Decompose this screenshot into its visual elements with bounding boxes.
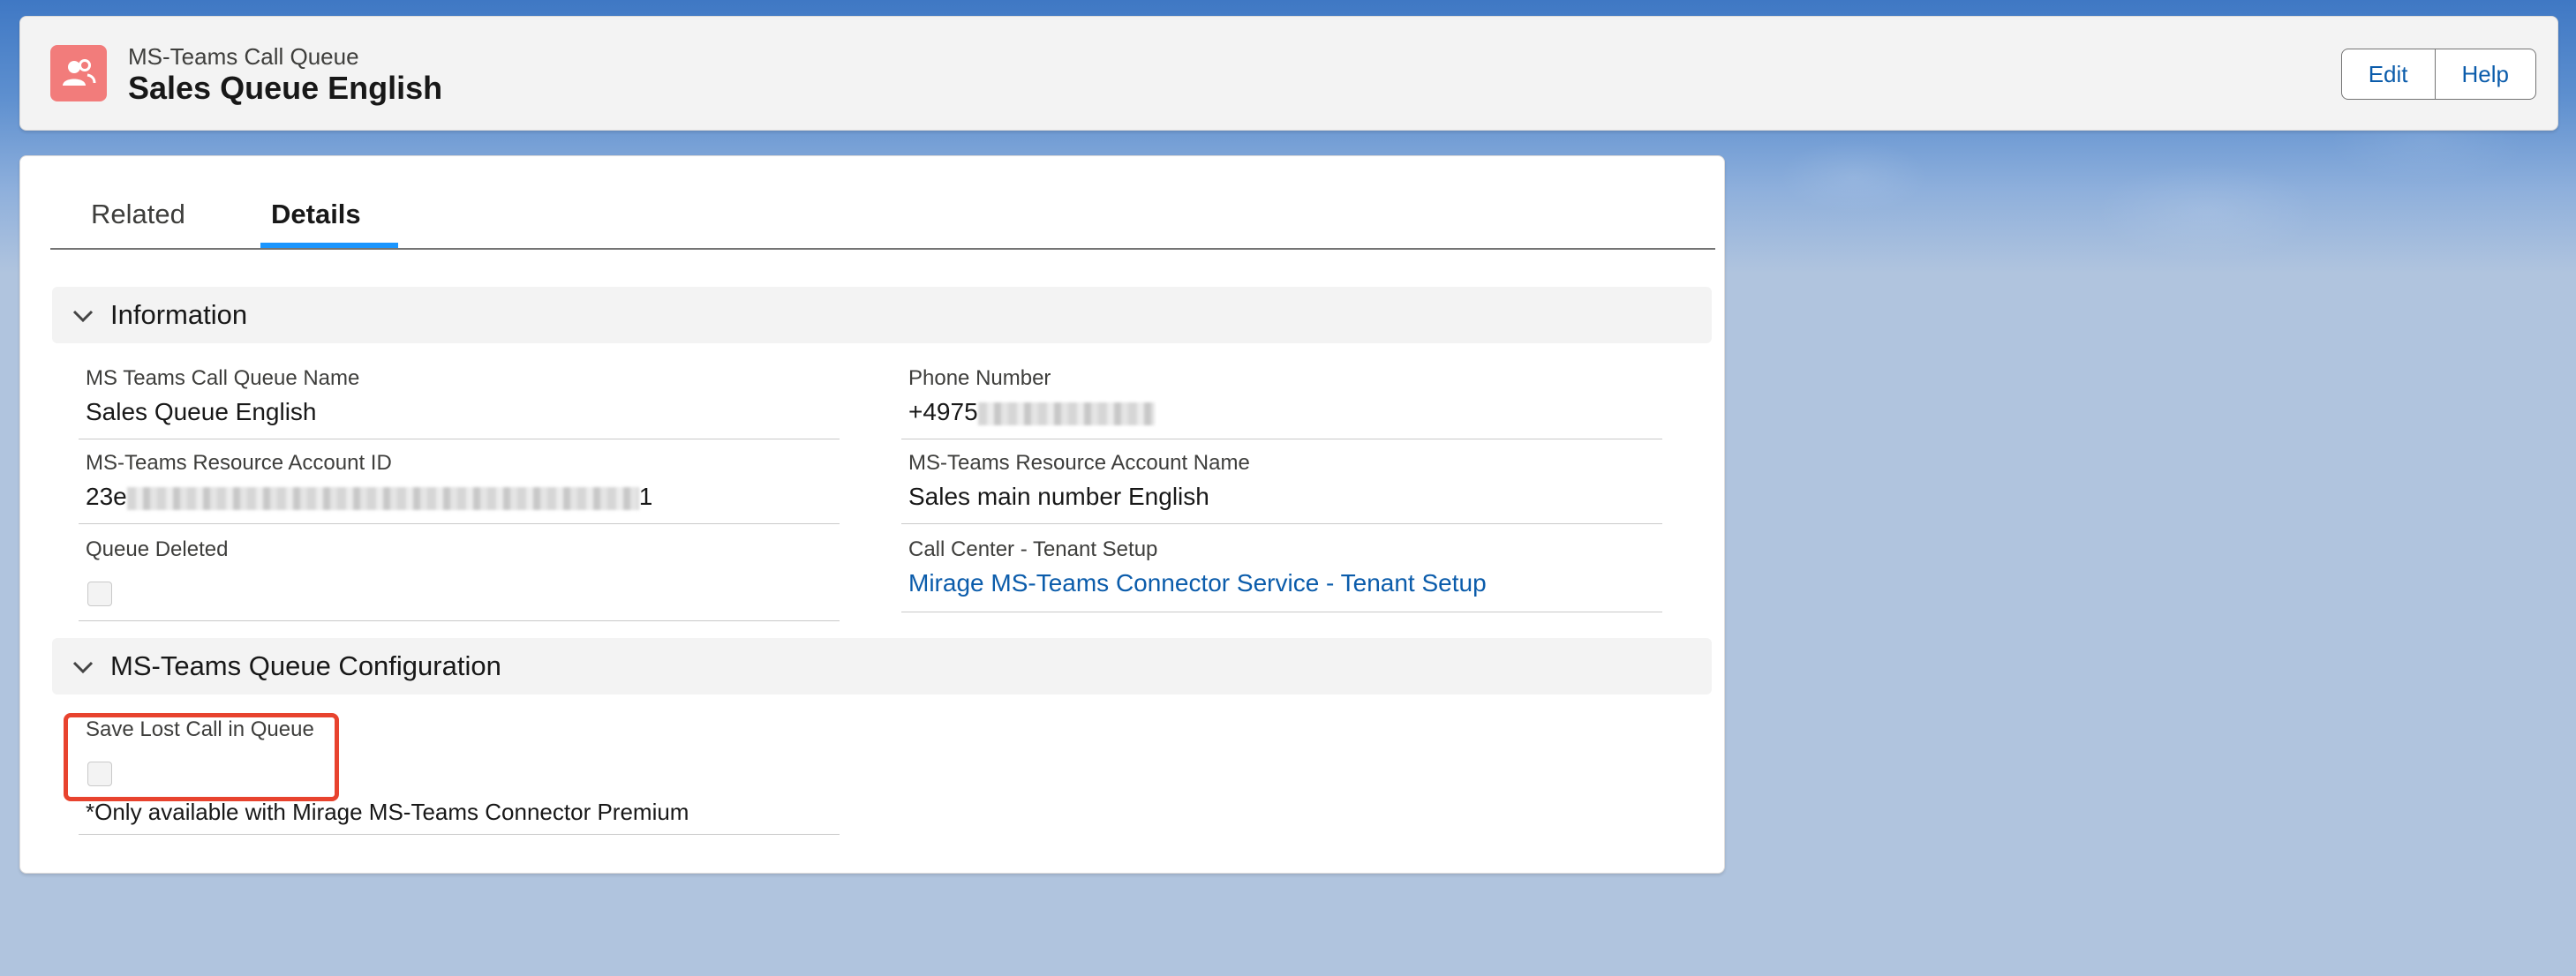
redacted-text xyxy=(126,486,639,510)
field-resource-account-id: MS-Teams Resource Account ID 23e 1 xyxy=(79,451,840,524)
section-information-title: Information xyxy=(110,299,248,330)
field-label: Queue Deleted xyxy=(86,537,229,561)
call-center-link[interactable]: Mirage MS-Teams Connector Service - Tena… xyxy=(908,569,1487,597)
record-title: Sales Queue English xyxy=(128,70,443,106)
field-call-center: Call Center - Tenant Setup Mirage MS-Tea… xyxy=(901,537,1662,612)
edit-button[interactable]: Edit xyxy=(2340,49,2436,100)
help-button[interactable]: Help xyxy=(2435,49,2536,100)
field-label: MS-Teams Resource Account Name xyxy=(908,451,1250,475)
section-information-header[interactable]: Information xyxy=(52,287,1712,343)
field-label: MS Teams Call Queue Name xyxy=(86,366,360,390)
resource-id-suffix: 1 xyxy=(638,483,653,510)
section-configuration-title: MS-Teams Queue Configuration xyxy=(110,650,501,681)
tab-related[interactable]: Related xyxy=(91,199,185,230)
field-value-redacted: 23e 1 xyxy=(86,483,652,511)
field-label: Call Center - Tenant Setup xyxy=(908,537,1158,561)
field-queue-deleted: Queue Deleted xyxy=(79,537,840,621)
resource-id-prefix: 23e xyxy=(86,483,127,510)
field-value: Sales main number English xyxy=(908,483,1209,510)
object-type-label: MS-Teams Call Queue xyxy=(128,43,359,70)
chevron-down-icon xyxy=(72,661,94,674)
chevron-down-icon xyxy=(72,310,94,323)
active-tab-indicator xyxy=(260,243,398,248)
queue-deleted-checkbox[interactable] xyxy=(87,582,112,606)
field-value-redacted: +4975 xyxy=(908,398,1155,426)
field-phone-number: Phone Number +4975 xyxy=(901,366,1662,439)
redacted-text xyxy=(977,402,1155,425)
field-label: Phone Number xyxy=(908,366,1051,390)
record-header: MS-Teams Call Queue Sales Queue English … xyxy=(19,16,2558,131)
field-queue-name: MS Teams Call Queue Name Sales Queue Eng… xyxy=(79,366,840,439)
premium-note: *Only available with Mirage MS-Teams Con… xyxy=(86,799,689,825)
phone-visible-part: +4975 xyxy=(908,398,978,425)
field-label: MS-Teams Resource Account ID xyxy=(86,451,392,475)
tab-bar: Related Details xyxy=(50,156,1715,250)
field-value: Sales Queue English xyxy=(86,398,317,425)
queue-users-icon xyxy=(50,45,107,101)
field-resource-account-name: MS-Teams Resource Account Name Sales mai… xyxy=(901,451,1662,524)
tab-details[interactable]: Details xyxy=(271,199,361,230)
section-configuration-header[interactable]: MS-Teams Queue Configuration xyxy=(52,638,1712,694)
header-actions: Edit Help xyxy=(2340,49,2536,100)
highlight-annotation xyxy=(64,713,339,801)
